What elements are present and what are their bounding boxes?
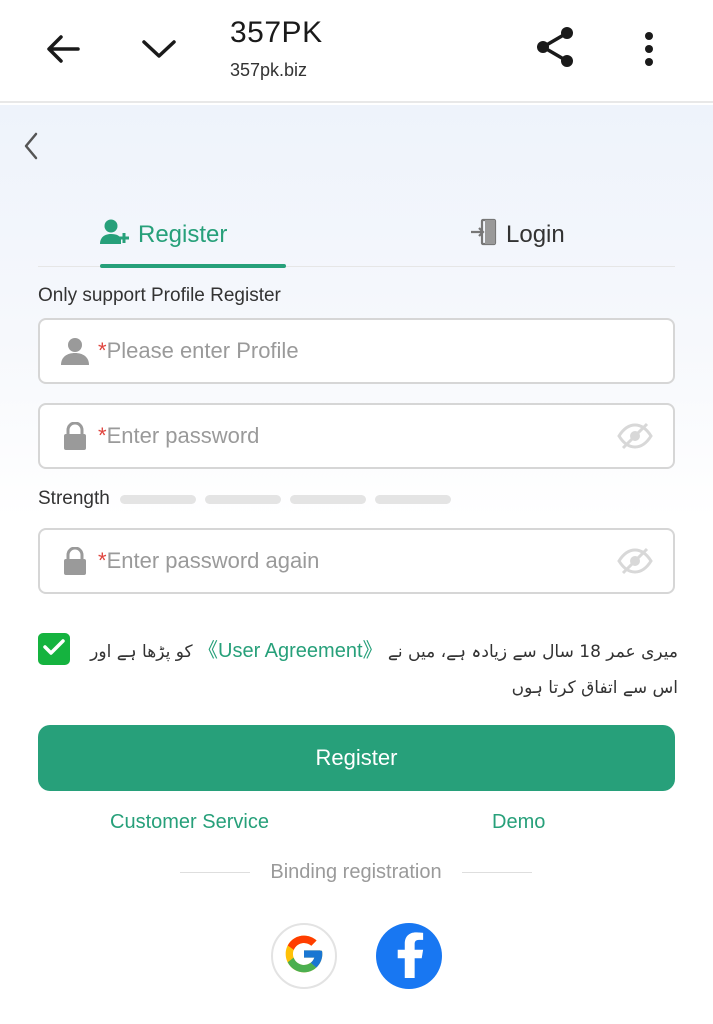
more-vertical-icon[interactable]: [634, 26, 664, 72]
browser-toolbar: 357PK 357pk.biz: [0, 0, 713, 103]
google-login-button[interactable]: [271, 923, 337, 989]
binding-divider: Binding registration: [180, 859, 532, 885]
register-hint: Only support Profile Register: [38, 285, 281, 306]
tab-login-label: Login: [506, 221, 565, 248]
register-page: Register Login Only support Profile Regi…: [0, 105, 713, 1024]
tab-login[interactable]: Login: [470, 205, 610, 265]
facebook-login-button[interactable]: [376, 923, 442, 989]
agreement-text: میری عمر 18 سال سے زیادہ ہے، میں نے 《Use…: [90, 633, 678, 706]
agreement-checkbox[interactable]: [38, 633, 70, 665]
password-field: *: [38, 403, 675, 469]
page-url[interactable]: 357pk.biz: [230, 60, 307, 81]
share-icon[interactable]: [530, 22, 580, 72]
strength-bar: [374, 494, 451, 504]
user-agreement-link[interactable]: 《User Agreement》: [198, 640, 383, 662]
eye-off-icon[interactable]: [617, 547, 653, 575]
google-icon: [282, 932, 326, 981]
agreement-text-before: میری عمر 18 سال سے زیادہ ہے، میں نے: [387, 642, 678, 662]
required-mark: *: [98, 338, 107, 363]
lock-icon: [60, 422, 90, 450]
demo-link[interactable]: Demo: [492, 811, 545, 834]
strength-label: Strength: [38, 488, 110, 509]
strength-bar: [289, 494, 366, 504]
back-chevron-icon[interactable]: [18, 129, 46, 163]
binding-label: Binding registration: [270, 860, 442, 883]
divider-line: [180, 871, 251, 873]
customer-service-link[interactable]: Customer Service: [110, 811, 269, 834]
checkmark-icon: [43, 638, 65, 661]
password-input[interactable]: [106, 416, 617, 456]
login-door-icon: [470, 218, 506, 253]
profile-input[interactable]: [106, 331, 673, 371]
active-tab-indicator: [100, 264, 286, 268]
chevron-down-icon[interactable]: [136, 26, 182, 72]
register-button[interactable]: Register: [38, 725, 675, 791]
strength-bar: [119, 494, 196, 504]
required-mark: *: [98, 548, 107, 573]
eye-off-icon[interactable]: [617, 422, 653, 450]
auth-tabs: Register Login: [38, 205, 675, 268]
password-strength: Strength: [38, 488, 460, 510]
strength-meter: [119, 494, 460, 504]
back-arrow-icon[interactable]: [40, 26, 86, 72]
facebook-icon: [392, 930, 426, 983]
required-mark: *: [98, 423, 107, 448]
lock-icon: [60, 547, 90, 575]
strength-bar: [204, 494, 281, 504]
tab-register[interactable]: Register: [100, 205, 286, 265]
password-again-field: *: [38, 528, 675, 594]
add-user-icon: [100, 218, 138, 253]
page-title: 357PK: [230, 16, 323, 49]
user-icon: [60, 337, 90, 365]
profile-field: *: [38, 318, 675, 384]
divider-line: [461, 871, 532, 873]
tab-register-label: Register: [138, 221, 228, 248]
password-again-input[interactable]: [106, 541, 617, 581]
